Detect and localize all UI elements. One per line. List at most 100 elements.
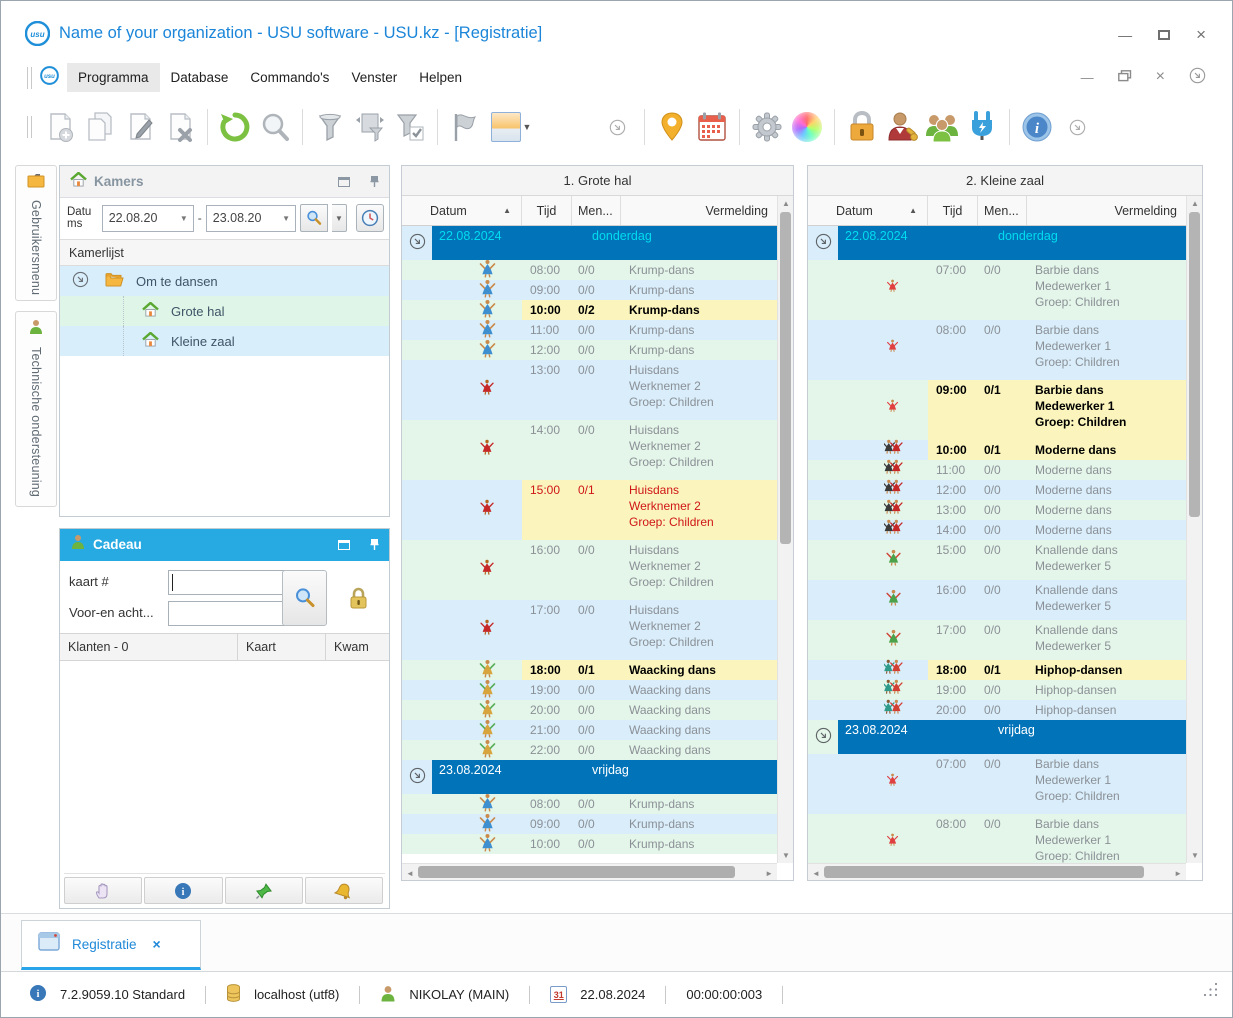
tree-item-om-te-dansen[interactable]: Om te dansen [60,266,389,296]
tree-item-kleine-zaal[interactable]: Kleine zaal [60,326,389,356]
schedule-row[interactable]: 22:00 0/0 Waacking dans [402,739,777,760]
color-wheel-button[interactable] [787,107,827,147]
date-to-select[interactable]: 23.08.20 ▼ [205,204,297,232]
schedule-row[interactable]: 09:00 0/1 Barbie dans Medewerker 1 Groep: Ch… [808,380,1186,440]
bell-button[interactable] [304,877,383,904]
schedule-row[interactable]: 20:00 0/0 Hiphop-dansen [808,699,1186,720]
schedule-row[interactable]: 10:00 0/1 Moderne dans [808,439,1186,460]
lock-button[interactable] [842,107,882,147]
column-klanten[interactable]: Klanten - 0 [60,634,238,660]
toolbar-overflow-left-icon[interactable] [597,107,637,147]
scroll-thumb[interactable] [1189,212,1200,517]
scroll-thumb[interactable] [824,866,1144,878]
edit-record-button[interactable] [120,107,160,147]
schedule-row[interactable]: 18:00 0/1 Waacking dans [402,659,777,680]
column-tijd[interactable]: Tijd [928,196,978,225]
scroll-down-icon[interactable]: ▼ [1191,851,1199,860]
calendar-button[interactable] [692,107,732,147]
lock-icon[interactable] [348,587,369,616]
date-group-row[interactable]: 23.08.2024 vrijdag [402,760,777,794]
column-vermelding[interactable]: Vermelding [1027,196,1186,225]
column-mensen[interactable]: Men... [572,196,621,225]
date-group-row[interactable]: 22.08.2024 donderdag [808,226,1186,260]
menu-item-programma[interactable]: Programma [67,63,160,92]
schedule-row[interactable]: 18:00 0/1 Hiphop-dansen [808,659,1186,680]
date-from-select[interactable]: 22.08.20 ▼ [101,204,194,232]
column-vermelding[interactable]: Vermelding [621,196,777,225]
copy-record-button[interactable] [80,107,120,147]
scroll-thumb[interactable] [418,866,735,878]
schedule-row[interactable]: 11:00 0/0 Krump-dans [402,319,777,340]
column-datum[interactable]: Datum ▲ [808,196,928,225]
minimize-button[interactable]: — [1118,27,1132,43]
menu-item-venster[interactable]: Venster [340,63,408,92]
toolbar-overflow-right-icon[interactable] [1057,107,1097,147]
schedule-row[interactable]: 12:00 0/0 Krump-dans [402,339,777,360]
panel-pin-icon[interactable] [370,538,379,551]
schedule-row[interactable]: 17:00 0/0 Huisdans Werknemer 2 Groep: Childr… [402,600,777,660]
schedule-row[interactable]: 09:00 0/0 Krump-dans [402,813,777,834]
schedule-row[interactable]: 20:00 0/0 Waacking dans [402,699,777,720]
menu-item-database[interactable]: Database [160,63,240,92]
hand-button[interactable] [64,877,143,904]
collapse-arrow-icon[interactable] [409,233,426,260]
horizontal-scrollbar[interactable]: ◄ ► [808,863,1186,880]
pushpin-button[interactable] [224,877,303,904]
schedule-row[interactable]: 17:00 0/0 Knallende dans Medewerker 5 [808,620,1186,660]
scroll-left-icon[interactable]: ◄ [406,869,414,878]
schedule-row[interactable]: 13:00 0/0 Huisdans Werknemer 2 Groep: Childr… [402,360,777,420]
collapse-arrow-icon[interactable] [72,271,89,291]
schedule-row[interactable]: 15:00 0/1 Huisdans Werknemer 2 Groep: Childr… [402,480,777,540]
tab-registratie[interactable]: Registratie × [21,920,201,970]
column-datum[interactable]: Datum ▲ [402,196,522,225]
mdi-minimize-button[interactable]: — [1081,70,1094,85]
scroll-thumb[interactable] [780,212,791,544]
filter-check-button[interactable] [390,107,430,147]
schedule-row[interactable]: 10:00 0/2 Krump-dans [402,299,777,320]
schedule-row[interactable]: 14:00 0/0 Moderne dans [808,519,1186,540]
kamerlijst-column-header[interactable]: Kamerlijst [60,239,389,266]
add-record-button[interactable] [40,107,80,147]
date-search-dropdown[interactable]: ▼ [332,204,347,232]
sidebar-tab-technische-ondersteuning[interactable]: Technische ondersteuning [15,311,57,507]
schedule-row[interactable]: 16:00 0/0 Knallende dans Medewerker 5 [808,580,1186,620]
column-tijd[interactable]: Tijd [522,196,572,225]
menu-item-commando-s[interactable]: Commando's [239,63,340,92]
collapse-arrow-icon[interactable] [815,233,832,260]
vertical-scrollbar[interactable]: ▲ ▼ [777,196,793,863]
schedule-row[interactable]: 11:00 0/0 Moderne dans [808,459,1186,480]
close-button[interactable]: × [1196,25,1206,45]
tab-close-icon[interactable]: × [153,936,161,952]
column-kwam[interactable]: Kwam [326,634,389,660]
user-permissions-button[interactable] [882,107,922,147]
tree-item-grote-hal[interactable]: Grote hal [60,296,389,326]
panel-pin-icon[interactable] [370,175,379,188]
column-kaart[interactable]: Kaart [238,634,326,660]
schedule-row[interactable]: 16:00 0/0 Huisdans Werknemer 2 Groep: Childr… [402,540,777,600]
image-style-button[interactable]: ▼ [485,107,537,147]
panel-restore-icon[interactable] [338,176,350,187]
user-groups-button[interactable] [922,107,962,147]
date-search-button[interactable] [300,204,329,232]
schedule-row[interactable]: 19:00 0/0 Hiphop-dansen [808,679,1186,700]
vertical-scrollbar[interactable]: ▲ ▼ [1186,196,1202,863]
schedule-row[interactable]: 07:00 0/0 Barbie dans Medewerker 1 Groep: Ch… [808,754,1186,814]
resize-grip[interactable] [1203,982,1218,1000]
scroll-up-icon[interactable]: ▲ [1191,199,1199,208]
collapse-arrow-icon[interactable] [815,727,832,754]
schedule-row[interactable]: 19:00 0/0 Waacking dans [402,679,777,700]
schedule-row[interactable]: 15:00 0/0 Knallende dans Medewerker 5 [808,540,1186,580]
schedule-row[interactable]: 10:00 0/0 Krump-dans [402,833,777,854]
location-pin-button[interactable] [652,107,692,147]
date-group-row[interactable]: 22.08.2024 donderdag [402,226,777,260]
schedule-row[interactable]: 08:00 0/0 Barbie dans Medewerker 1 Groep: Ch… [808,814,1186,863]
schedule-row[interactable]: 07:00 0/0 Barbie dans Medewerker 1 Groep: Ch… [808,260,1186,320]
collapse-arrow-icon[interactable] [409,767,426,794]
schedule-row[interactable]: 08:00 0/0 Krump-dans [402,259,777,280]
schedule-row[interactable]: 08:00 0/0 Barbie dans Medewerker 1 Groep: Ch… [808,320,1186,380]
schedule-row[interactable]: 13:00 0/0 Moderne dans [808,499,1186,520]
client-search-button[interactable] [282,570,327,626]
scroll-right-icon[interactable]: ► [765,869,773,878]
schedule-row[interactable]: 09:00 0/0 Krump-dans [402,279,777,300]
schedule-row[interactable]: 08:00 0/0 Krump-dans [402,793,777,814]
